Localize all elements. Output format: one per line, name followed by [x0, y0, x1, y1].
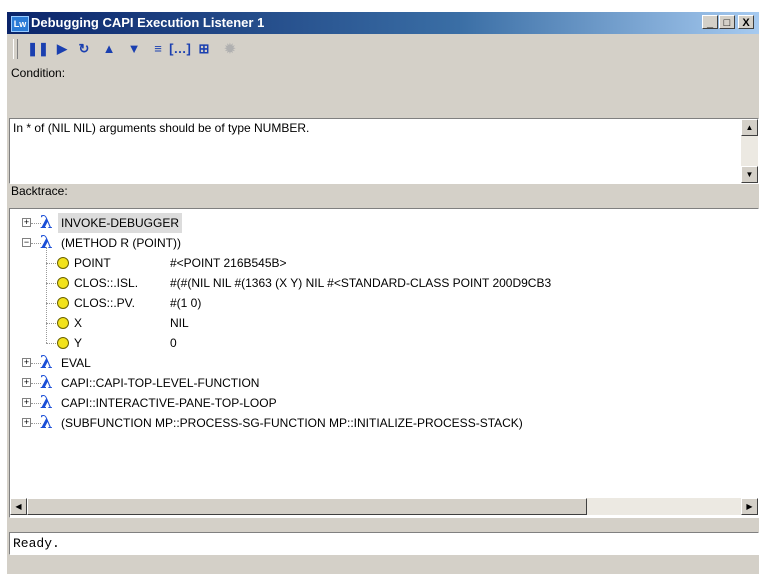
- lw-icon: Lw: [11, 16, 29, 32]
- expand-toggle-icon[interactable]: +: [22, 378, 31, 387]
- condition-text: In * of (NIL NIL) arguments should be of…: [13, 121, 310, 135]
- status-bar: Ready.: [9, 532, 759, 555]
- variable-value[interactable]: #(1 0): [170, 293, 201, 313]
- variable-icon: [57, 297, 69, 309]
- condition-scrollbar[interactable]: ▲ ▼: [741, 119, 758, 183]
- expand-toggle-icon[interactable]: +: [22, 398, 31, 407]
- scroll-up-icon[interactable]: ▲: [741, 119, 758, 136]
- frame-label[interactable]: CAPI::INTERACTIVE-PANE-TOP-LOOP: [58, 393, 280, 413]
- lambda-icon: λ: [40, 352, 53, 373]
- variable-name[interactable]: Y: [74, 333, 82, 353]
- lambda-icon: λ: [40, 372, 53, 393]
- expand-toggle-icon[interactable]: +: [22, 218, 31, 227]
- frame-label[interactable]: CAPI::CAPI-TOP-LEVEL-FUNCTION: [58, 373, 262, 393]
- variable-icon: [57, 257, 69, 269]
- frame-label[interactable]: INVOKE-DEBUGGER: [58, 213, 183, 233]
- frame-list-icon[interactable]: ≡: [147, 39, 169, 59]
- expand-toggle-icon[interactable]: +: [22, 358, 31, 367]
- condition-label: Condition:: [11, 66, 66, 80]
- variable-value[interactable]: #<POINT 216B545B>: [170, 253, 287, 273]
- restart-icon[interactable]: ↻: [73, 39, 95, 59]
- status-text: Ready.: [13, 536, 60, 551]
- variable-name[interactable]: POINT: [74, 253, 111, 273]
- variables-icon[interactable]: […]: [169, 39, 191, 59]
- frame-label[interactable]: (SUBFUNCTION MP::PROCESS-SG-FUNCTION MP:…: [58, 413, 526, 433]
- variable-name[interactable]: CLOS::.ISL.: [74, 273, 138, 293]
- backtrace-tree[interactable]: + λ INVOKE-DEBUGGER − λ (METHOD R (POINT)) POI…: [9, 208, 759, 518]
- backtrace-label: Backtrace:: [11, 184, 68, 198]
- expand-toggle-icon[interactable]: −: [22, 238, 31, 247]
- source-icon[interactable]: ⊞: [193, 39, 215, 59]
- debugger-window: Lw Debugging CAPI Execution Listener 1 _…: [7, 12, 759, 574]
- scroll-down-icon[interactable]: ▼: [741, 166, 758, 183]
- variable-icon: [57, 277, 69, 289]
- variable-name[interactable]: X: [74, 313, 82, 333]
- frame-label[interactable]: EVAL: [58, 353, 94, 373]
- variable-name[interactable]: CLOS::.PV.: [74, 293, 135, 313]
- variable-icon: [57, 317, 69, 329]
- title-bar[interactable]: Lw Debugging CAPI Execution Listener 1 _…: [7, 12, 759, 34]
- scroll-left-icon[interactable]: ◀: [10, 498, 27, 515]
- variable-value[interactable]: #(#(NIL NIL #(1363 (X Y) NIL #<STANDARD-…: [170, 273, 551, 293]
- frame-label[interactable]: (METHOD R (POINT)): [58, 233, 184, 253]
- bug-icon[interactable]: ✹: [219, 39, 241, 59]
- variable-value[interactable]: NIL: [170, 313, 189, 333]
- expand-toggle-icon[interactable]: +: [22, 418, 31, 427]
- pause-icon[interactable]: ❚❚: [27, 39, 49, 59]
- lambda-icon: λ: [40, 412, 53, 433]
- toolbar: ❚❚ ▶ ↻ ▲ ▼ ≡ […] ⊞ ✹: [7, 36, 759, 62]
- maximize-button[interactable]: □: [719, 15, 735, 29]
- step-icon[interactable]: ▶: [51, 39, 73, 59]
- close-button[interactable]: X: [738, 15, 754, 29]
- lambda-icon: λ: [40, 212, 53, 233]
- toolbar-grip[interactable]: [13, 39, 18, 59]
- window-title: Debugging CAPI Execution Listener 1: [31, 15, 265, 30]
- scroll-thumb[interactable]: [27, 498, 587, 515]
- minimize-button[interactable]: _: [702, 15, 718, 29]
- horizontal-scrollbar[interactable]: ◀ ▶: [10, 498, 758, 515]
- down-frame-icon[interactable]: ▼: [123, 39, 145, 59]
- variable-value[interactable]: 0: [170, 333, 177, 353]
- scroll-right-icon[interactable]: ▶: [741, 498, 758, 515]
- variable-icon: [57, 337, 69, 349]
- tree-connector: [46, 247, 47, 343]
- condition-pane[interactable]: In * of (NIL NIL) arguments should be of…: [9, 118, 759, 184]
- up-frame-icon[interactable]: ▲: [98, 39, 120, 59]
- lambda-icon: λ: [40, 392, 53, 413]
